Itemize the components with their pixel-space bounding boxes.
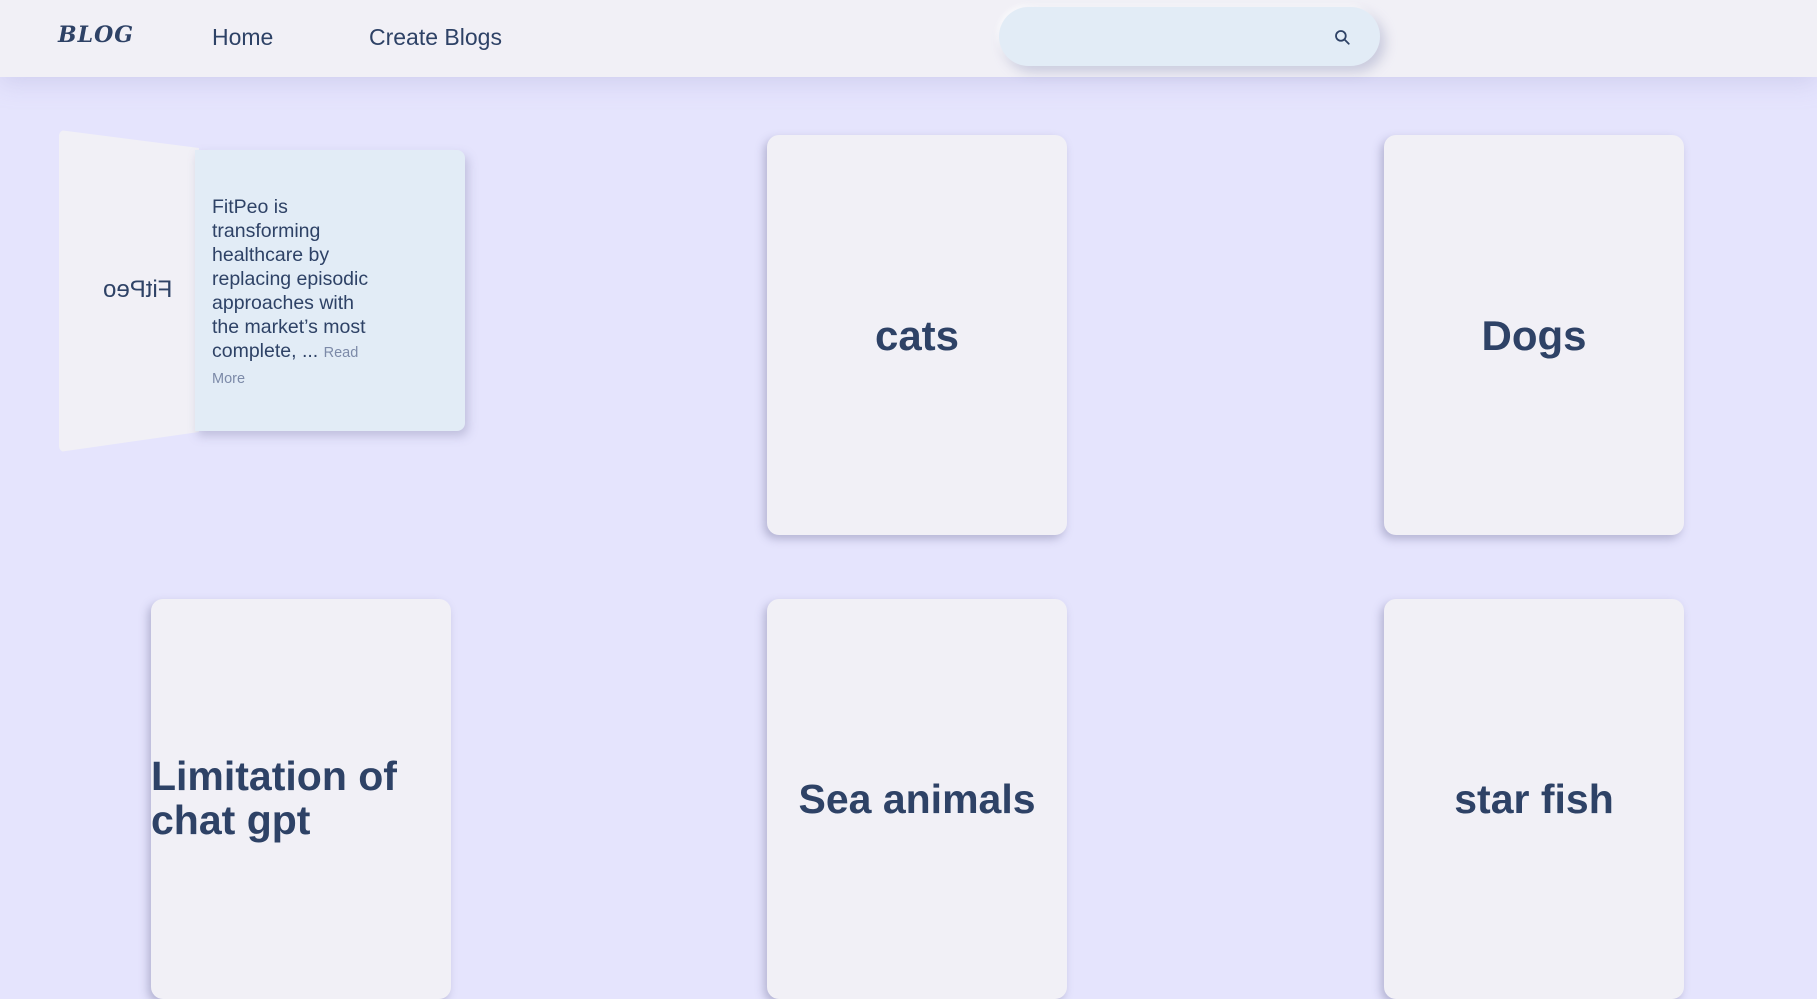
blog-card-cats[interactable]: cats <box>767 135 1067 535</box>
search-icon[interactable] <box>1333 28 1351 46</box>
card-cover[interactable]: FitPeo <box>59 130 199 452</box>
blog-card-dogs[interactable]: Dogs <box>1384 135 1684 535</box>
card-title: Sea animals <box>798 776 1036 822</box>
nav-link-home[interactable]: Home <box>212 24 273 51</box>
nav-link-create-blogs[interactable]: Create Blogs <box>369 24 502 51</box>
card-title: star fish <box>1454 776 1614 822</box>
card-excerpt: FitPeo is transforming healthcare by rep… <box>212 195 382 391</box>
search-box <box>999 7 1380 66</box>
excerpt-text: FitPeo is transforming healthcare by rep… <box>212 196 369 362</box>
cover-title: FitPeo <box>103 276 173 303</box>
card-inner-page: FitPeo is transforming healthcare by rep… <box>195 150 465 431</box>
search-input[interactable] <box>1023 21 1317 53</box>
card-title: Dogs <box>1481 312 1587 359</box>
blog-card-sea-animals[interactable]: Sea animals <box>767 599 1067 999</box>
blog-card-star-fish[interactable]: star fish <box>1384 599 1684 999</box>
brand-logo[interactable]: BLOG <box>58 22 134 48</box>
card-title: cats <box>874 312 960 359</box>
blog-card-limitation-of-chat-gpt[interactable]: Limitation of chat gpt <box>151 599 451 999</box>
card-title: Limitation of chat gpt <box>151 753 397 843</box>
top-navbar: BLOG Home Create Blogs <box>0 0 1817 77</box>
